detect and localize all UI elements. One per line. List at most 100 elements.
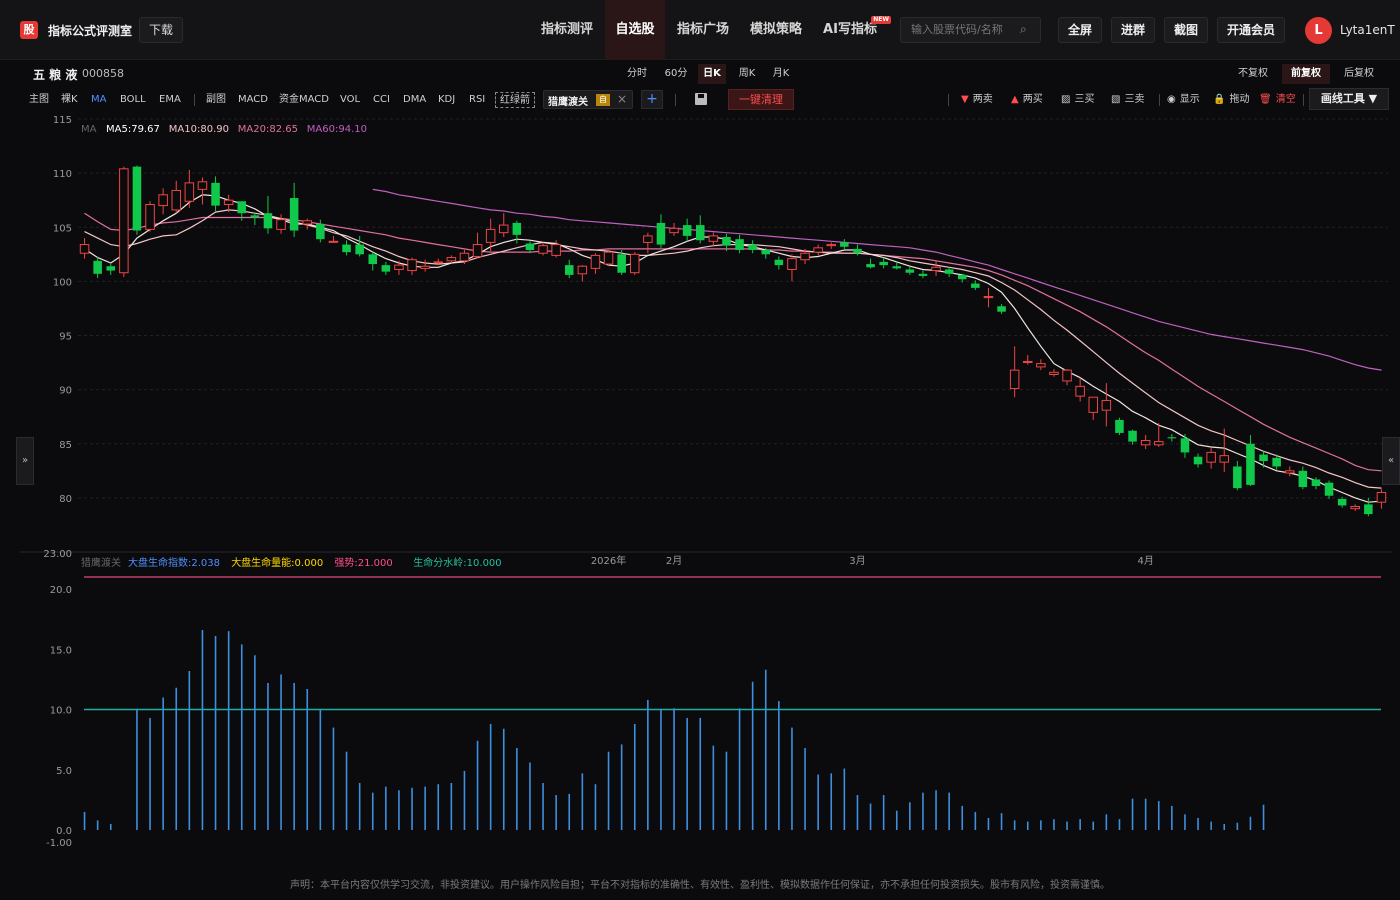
- candle-body: [485, 228, 496, 243]
- draw-tool-clear[interactable]: 🗑 清空: [1259, 92, 1296, 108]
- candle-body: [328, 240, 339, 243]
- period-daily[interactable]: 日K: [698, 64, 726, 84]
- candle-body: [1324, 482, 1334, 496]
- ma20-line: [84, 212, 1382, 472]
- candle-body: [368, 254, 378, 265]
- candle-body: [1193, 456, 1203, 465]
- indicator-dma[interactable]: DMA: [403, 92, 426, 108]
- candle-body: [498, 224, 509, 234]
- save-icon[interactable]: [695, 93, 707, 105]
- y-tick-label: 20.0: [50, 585, 72, 596]
- indicator-vol[interactable]: VOL: [340, 92, 360, 108]
- candle-body: [119, 168, 129, 274]
- expand-left-handle[interactable]: »: [16, 437, 34, 485]
- candle-body: [1272, 457, 1281, 467]
- x-axis-label: 4月: [1137, 555, 1153, 567]
- disclaimer: 声明：本平台内容仅供学习交流，非投资建议。用户操作风险自担；平台不对指标的准确性…: [290, 880, 1110, 891]
- candle-body: [1062, 369, 1072, 382]
- indicator-red-green-arrow[interactable]: 红绿箭: [495, 92, 535, 108]
- candle-body: [407, 259, 417, 272]
- custom-indicator-chip[interactable]: 猎鹰渡关 自 ×: [543, 90, 633, 109]
- candle-body: [433, 261, 444, 264]
- clear-all-button[interactable]: 一键清理: [728, 89, 794, 110]
- drawing-tools-dropdown[interactable]: 画线工具 ▼: [1309, 88, 1389, 110]
- candle-body: [682, 225, 692, 236]
- add-indicator-button[interactable]: +: [641, 90, 663, 109]
- candle-body: [171, 189, 182, 211]
- candle-body: [1088, 396, 1099, 413]
- indicator-fund-macd[interactable]: 资金MACD: [279, 92, 329, 108]
- candle-body: [1180, 438, 1190, 453]
- candle-body: [629, 253, 640, 274]
- draw-tool-label: 拖动: [1229, 94, 1250, 105]
- indicator-ema[interactable]: EMA: [159, 92, 181, 108]
- period-60min[interactable]: 60分: [660, 64, 692, 84]
- candle-body: [316, 224, 325, 240]
- y-tick-label: 115: [53, 115, 72, 126]
- chart-line-icon: ▧: [1111, 94, 1121, 105]
- candle-body: [106, 266, 116, 271]
- draw-tool-two-sell[interactable]: ▼ 两卖: [961, 92, 993, 108]
- candle-body: [1022, 360, 1033, 363]
- candle-body: [564, 265, 574, 275]
- candle-body: [879, 261, 888, 266]
- indicator-macd[interactable]: MACD: [238, 92, 268, 108]
- candle-body: [643, 235, 653, 243]
- kline-chart[interactable]: 80 85 90 95 100 105 110 115 MA MA5:79.67 MA10:80.9…: [0, 0, 1400, 860]
- toolbar-divider: [1303, 94, 1304, 106]
- rights-none[interactable]: 不复权: [1232, 64, 1274, 84]
- close-icon[interactable]: ×: [617, 92, 627, 106]
- candle-body: [263, 213, 273, 229]
- candle-body: [590, 254, 601, 269]
- candle-body: [603, 251, 614, 265]
- period-monthly[interactable]: 月K: [767, 64, 795, 84]
- draw-tool-show[interactable]: ◉ 显示: [1167, 92, 1200, 108]
- y-tick-label: 0.0: [56, 826, 72, 837]
- period-weekly[interactable]: 周K: [733, 64, 761, 84]
- indicator-kdj[interactable]: KDJ: [438, 92, 455, 108]
- custom-indicator-tag: 自: [596, 94, 610, 106]
- candle-body: [132, 166, 142, 231]
- candle-body: [1206, 451, 1216, 463]
- period-intraday[interactable]: 分时: [622, 64, 652, 84]
- indicator-boll[interactable]: BOLL: [120, 92, 146, 108]
- candle-body: [1140, 440, 1151, 446]
- indicator-main-chart[interactable]: 主图: [29, 92, 49, 108]
- candle-body: [1364, 504, 1373, 515]
- indicator-ma[interactable]: MA: [91, 92, 106, 108]
- draw-tool-drag[interactable]: 🔒 拖动: [1213, 92, 1249, 108]
- x-axis-label: 2月: [666, 555, 682, 567]
- candle-body: [211, 182, 220, 206]
- candle-body: [708, 235, 719, 242]
- indicator-sub-chart[interactable]: 副图: [206, 92, 226, 108]
- y-tick-label: 110: [53, 169, 72, 180]
- candle-body: [840, 242, 849, 247]
- candle-body: [538, 245, 548, 254]
- eye-icon: ◉: [1167, 94, 1176, 105]
- draw-tool-two-buy[interactable]: ▲ 两买: [1011, 92, 1043, 108]
- expand-right-handle[interactable]: «: [1382, 437, 1400, 485]
- indicator-cci[interactable]: CCI: [373, 92, 390, 108]
- y-tick-label: 80: [59, 494, 72, 505]
- candle-body: [1259, 454, 1268, 462]
- indicator-naked-k[interactable]: 裸K: [61, 92, 78, 108]
- candle-body: [787, 258, 797, 270]
- candle-body: [1115, 419, 1124, 433]
- sub-legend-item: 生命分水岭:10.000: [413, 556, 501, 569]
- candle-body: [748, 244, 757, 250]
- candle-body: [223, 199, 234, 206]
- candle-body: [695, 225, 705, 241]
- candle-body: [184, 182, 195, 202]
- y-tick-label: 90: [59, 386, 72, 397]
- rights-backward[interactable]: 后复权: [1338, 64, 1380, 84]
- toolbar-divider: [1159, 94, 1160, 106]
- y-tick-label: 23.00: [43, 549, 72, 560]
- candle-body: [957, 274, 967, 280]
- draw-tool-three-sell[interactable]: ▧ 三卖: [1111, 92, 1144, 108]
- draw-tool-label: 显示: [1179, 94, 1200, 105]
- candle-body: [997, 306, 1006, 312]
- draw-tool-three-buy[interactable]: ▨ 三买: [1061, 92, 1094, 108]
- indicator-rsi[interactable]: RSI: [469, 92, 485, 108]
- rights-forward[interactable]: 前复权: [1282, 64, 1330, 84]
- candle-body: [669, 227, 679, 234]
